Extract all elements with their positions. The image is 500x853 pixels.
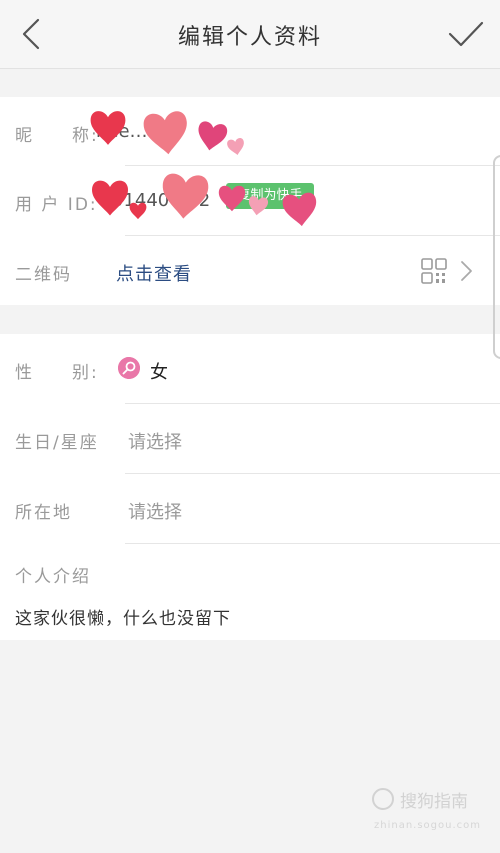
female-icon: [118, 357, 140, 379]
qrcode-label: 二维码: [15, 265, 72, 285]
chevron-right-icon[interactable]: [458, 260, 474, 282]
profile-card: 昵 称: hee…00 用 户 ID: 514400…2 复制为快手 二维码 点…: [0, 97, 500, 305]
watermark: 搜狗指南: [400, 792, 468, 812]
page-title: 编辑个人资料: [177, 25, 322, 50]
gender-label: 性 别:: [15, 363, 99, 383]
location-row[interactable]: 所在地 请选择: [0, 474, 500, 543]
gender-row[interactable]: 性 别: 女: [0, 334, 500, 403]
checkmark-icon[interactable]: [446, 16, 486, 52]
gender-value: 女: [150, 362, 168, 383]
birthday-row[interactable]: 生日/星座 请选择: [0, 404, 500, 473]
intro-row[interactable]: 个人介绍 这家伙很懒，什么也没留下: [0, 544, 500, 640]
watermark-logo-icon: [372, 788, 394, 810]
details-card: 性 别: 女 生日/星座 请选择 所在地 请选择 个人介绍 这家伙很懒，什么也没…: [0, 334, 500, 640]
nickname-label: 昵 称:: [15, 126, 99, 146]
birthday-label: 生日/星座: [15, 433, 99, 453]
nickname-row[interactable]: 昵 称: hee…00: [0, 97, 500, 165]
intro-value[interactable]: 这家伙很懒，什么也没留下: [15, 604, 231, 629]
qrcode-icon: [421, 258, 447, 284]
copy-id-badge[interactable]: 复制为快手: [226, 183, 314, 209]
qrcode-link[interactable]: 点击查看: [116, 260, 192, 286]
watermark-url: zhinan.sogou.com: [374, 820, 482, 831]
nickname-value: hee…00: [96, 121, 171, 142]
intro-label: 个人介绍: [15, 567, 91, 587]
top-bar: 编辑个人资料: [0, 0, 500, 69]
userid-value: 514400…2: [112, 190, 211, 211]
location-label: 所在地: [15, 503, 72, 523]
location-value[interactable]: 请选择: [128, 498, 182, 524]
birthday-value[interactable]: 请选择: [128, 428, 182, 454]
userid-label: 用 户 ID:: [15, 195, 98, 215]
screen-edge: [493, 155, 500, 359]
